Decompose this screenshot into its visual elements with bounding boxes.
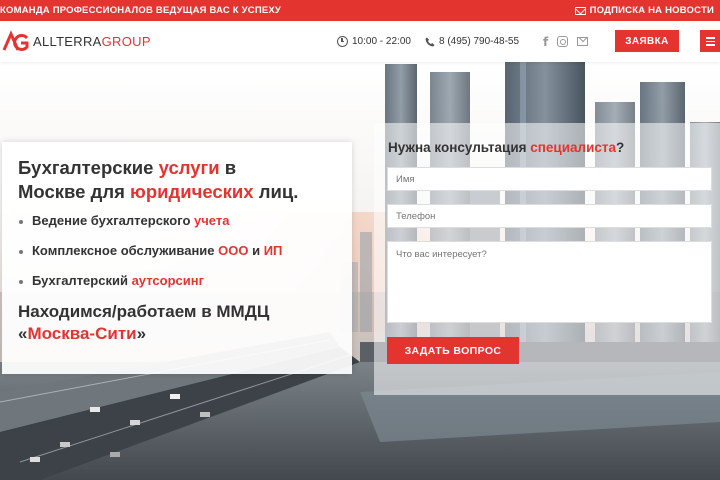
consultation-form: Нужна консультация специалиста? ЗАДАТЬ В… bbox=[374, 123, 720, 395]
facebook-icon[interactable]: f bbox=[543, 35, 548, 49]
top-bar: КОМАНДА ПРОФЕССИОНАЛОВ ВЕДУЩАЯ ВАС К УСП… bbox=[0, 0, 720, 21]
tagline: КОМАНДА ПРОФЕССИОНАЛОВ ВЕДУЩАЯ ВАС К УСП… bbox=[0, 5, 282, 16]
subscribe-label: ПОДПИСКА НА НОВОСТИ bbox=[589, 5, 714, 16]
instagram-icon[interactable] bbox=[557, 36, 569, 47]
hero-title-part: в bbox=[219, 157, 237, 178]
ask-question-button[interactable]: ЗАДАТЬ ВОПРОС bbox=[387, 337, 519, 364]
hours-text: 10:00 - 22:00 bbox=[352, 36, 411, 47]
form-title-part: ? bbox=[616, 140, 625, 155]
clock-icon bbox=[337, 36, 348, 47]
logo-mark-icon bbox=[2, 29, 29, 51]
form-title-highlight: специалиста bbox=[530, 140, 617, 155]
form-title-part: Нужна консультация bbox=[388, 140, 531, 155]
service-text: Бухгалтерский bbox=[32, 273, 132, 288]
services-card: Бухгалтерские услуги в Москве для юридиче… bbox=[2, 142, 352, 374]
location-text: Находимся/работаем в ММДЦ «Москва-Сити» bbox=[18, 301, 352, 345]
service-highlight: учета bbox=[194, 213, 230, 228]
request-button[interactable]: ЗАЯВКА bbox=[615, 30, 679, 52]
service-highlight: ИП bbox=[263, 243, 283, 258]
service-text: Комплексное обслуживание bbox=[32, 243, 219, 258]
service-highlight: аутсорсинг bbox=[131, 273, 204, 288]
hero-title-part: Бухгалтерские bbox=[18, 157, 159, 178]
hero-section: Бухгалтерские услуги в Москве для юридиче… bbox=[0, 62, 720, 480]
location-part: Находимся/работаем в ММДЦ bbox=[18, 302, 270, 321]
social-links: f bbox=[543, 21, 589, 62]
list-item: Комплексное обслуживание ООО и ИП bbox=[18, 243, 352, 259]
logo[interactable]: ALLTERRAGROUP bbox=[2, 29, 151, 54]
phone-input[interactable] bbox=[387, 204, 712, 228]
service-highlight: ООО bbox=[218, 243, 249, 258]
working-hours: 10:00 - 22:00 bbox=[337, 21, 411, 62]
location-highlight: Москва-Сити bbox=[27, 324, 137, 343]
hero-title-highlight: юридических bbox=[130, 181, 254, 202]
list-item: Ведение бухгалтерского учета bbox=[18, 213, 352, 229]
logo-text-group: GROUP bbox=[101, 34, 151, 49]
phone-link[interactable]: 8 (495) 790-48-55 bbox=[425, 21, 519, 62]
message-textarea[interactable] bbox=[387, 241, 712, 323]
services-list: Ведение бухгалтерского учета Комплексное… bbox=[18, 213, 352, 289]
hero-title: Бухгалтерские услуги в Москве для юридиче… bbox=[18, 156, 352, 204]
email-icon[interactable] bbox=[577, 37, 589, 46]
logo-text-allterra: ALLTERRA bbox=[33, 34, 102, 49]
name-input[interactable] bbox=[387, 167, 712, 191]
hero-title-part: Москве для bbox=[18, 181, 131, 202]
service-text: Ведение бухгалтерского bbox=[32, 213, 195, 228]
hero-title-highlight: услуги bbox=[158, 157, 220, 178]
site-header: ALLTERRAGROUP 10:00 - 22:00 8 (495) 790-… bbox=[0, 21, 720, 62]
subscribe-link[interactable]: ПОДПИСКА НА НОВОСТИ bbox=[574, 5, 714, 16]
logo-text: ALLTERRAGROUP bbox=[33, 34, 151, 49]
service-text: и bbox=[248, 243, 264, 258]
hero-title-part: лиц. bbox=[253, 181, 299, 202]
location-part: » bbox=[136, 324, 147, 343]
list-item: Бухгалтерский аутсорсинг bbox=[18, 273, 352, 289]
phone-icon bbox=[425, 37, 435, 46]
form-title: Нужна консультация специалиста? bbox=[388, 140, 624, 155]
menu-icon[interactable] bbox=[700, 30, 720, 52]
phone-text: 8 (495) 790-48-55 bbox=[439, 36, 520, 47]
mail-icon bbox=[574, 6, 586, 15]
